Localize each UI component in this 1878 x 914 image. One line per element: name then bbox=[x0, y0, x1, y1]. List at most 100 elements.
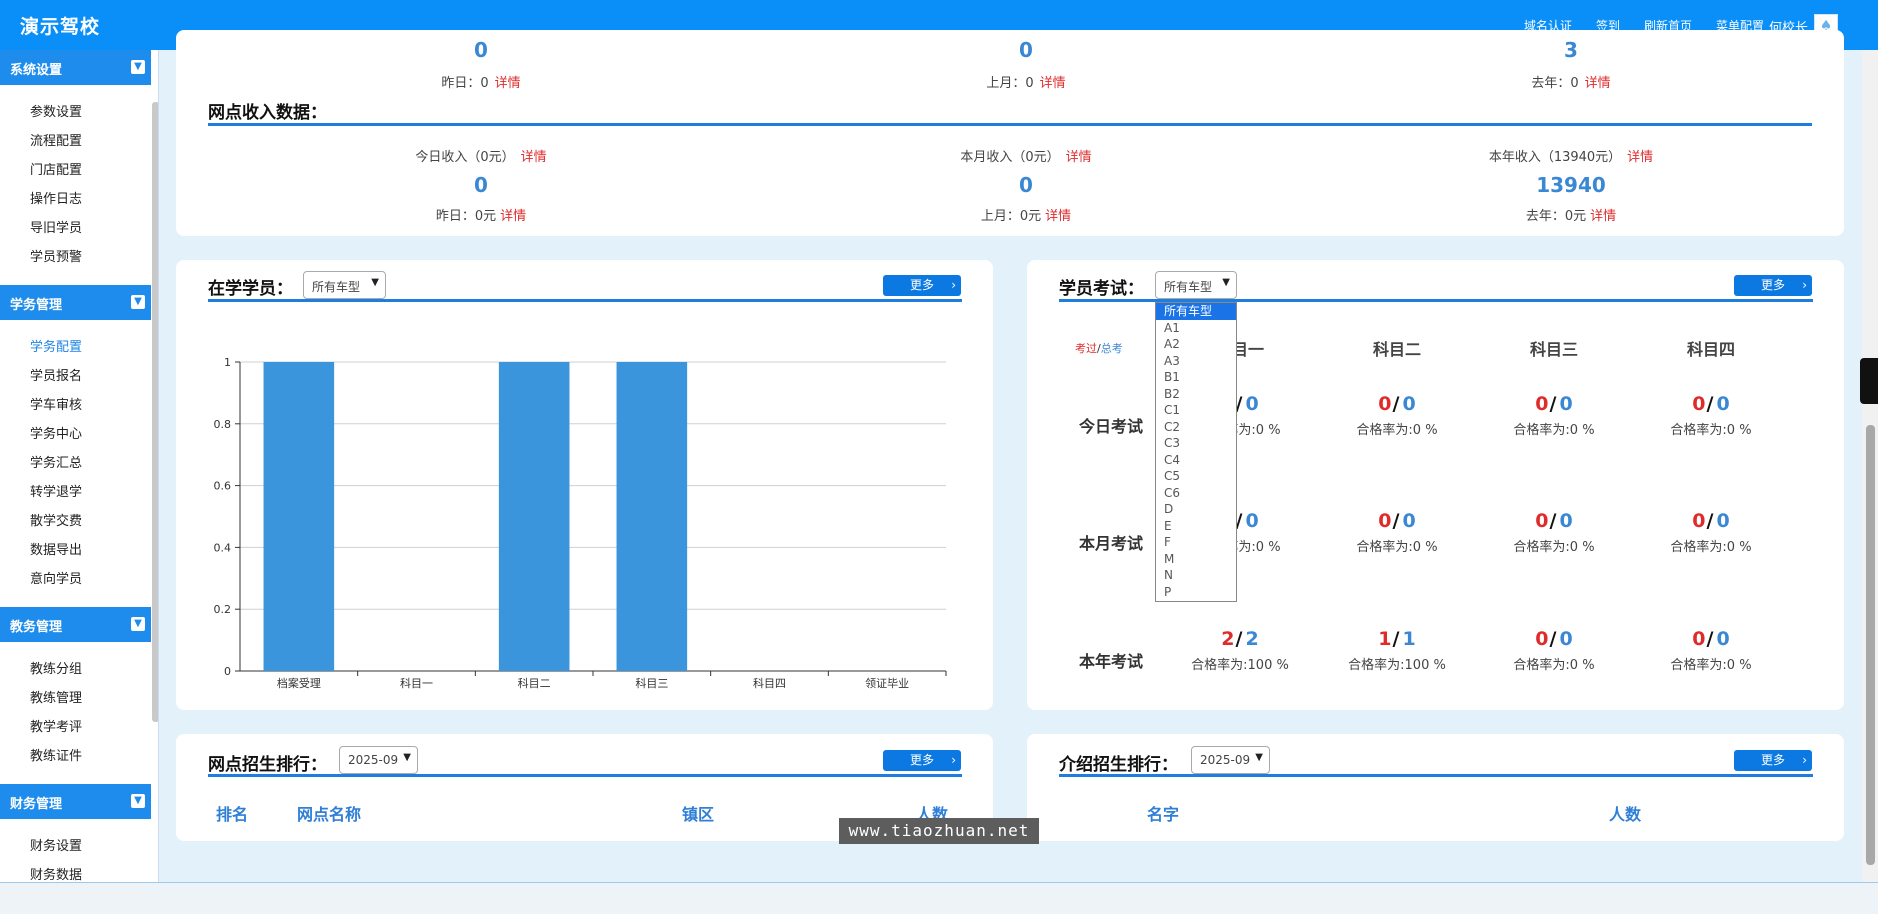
sidebar-item[interactable]: 学员预警 bbox=[0, 248, 158, 277]
dropdown-option[interactable]: A3 bbox=[1156, 353, 1236, 370]
exam-cell: 1/1 合格率为:100 % bbox=[1317, 628, 1477, 673]
exam-count-separator: / bbox=[1549, 628, 1557, 650]
sidebar-item[interactable]: 参数设置 bbox=[0, 103, 158, 132]
sidebar-item[interactable]: 流程配置 bbox=[0, 132, 158, 161]
dropdown-option[interactable]: 所有车型 bbox=[1156, 303, 1236, 320]
sidebar-group-1[interactable]: 学务管理 ▼ bbox=[0, 285, 151, 320]
dropdown-option[interactable]: F bbox=[1156, 534, 1236, 551]
bar-科目三[interactable] bbox=[616, 362, 688, 671]
branch-rank-title: 网点招生排行： bbox=[208, 755, 327, 775]
detail-link[interactable]: 详情 bbox=[521, 150, 547, 165]
branch-rank-more-button[interactable]: 更多 › bbox=[883, 750, 961, 771]
sidebar-item[interactable]: 教学考评 bbox=[0, 718, 158, 747]
exams-more-button[interactable]: 更多 › bbox=[1734, 275, 1812, 296]
dropdown-option[interactable]: E bbox=[1156, 518, 1236, 535]
sidebar-item[interactable]: 教练证件 bbox=[0, 747, 158, 776]
income-stat-sub: 去年：0元 详情 bbox=[1421, 205, 1721, 224]
referral-rank-title: 介绍招生排行： bbox=[1059, 755, 1178, 775]
exam-pass-rate: 合格率为:0 % bbox=[1670, 423, 1752, 438]
legend-pass: 考过 bbox=[1075, 342, 1097, 355]
detail-link[interactable]: 详情 bbox=[1045, 209, 1071, 224]
sidebar-group-2[interactable]: 教务管理 ▼ bbox=[0, 607, 151, 642]
sidebar-item[interactable]: 学务汇总 bbox=[0, 454, 158, 483]
sidebar-scrollbar[interactable] bbox=[152, 102, 158, 722]
exam-pass-count: 0 bbox=[1378, 393, 1392, 415]
exam-total-count: 0 bbox=[1245, 510, 1259, 532]
exam-pass-count: 0 bbox=[1535, 628, 1549, 650]
sidebar-group-3[interactable]: 财务管理 ▼ bbox=[0, 784, 151, 819]
sidebar-item[interactable]: 数据导出 bbox=[0, 541, 158, 570]
sidebar-item[interactable]: 教练分组 bbox=[0, 660, 158, 689]
exam-counts: 0/0 bbox=[1474, 628, 1634, 650]
exam-total-count: 0 bbox=[1559, 510, 1573, 532]
sidebar-item[interactable]: 学务中心 bbox=[0, 425, 158, 454]
exam-count-separator: / bbox=[1392, 510, 1400, 532]
branch-rank-month-select[interactable]: 2025-09 ▼ bbox=[339, 746, 418, 774]
dropdown-option[interactable]: N bbox=[1156, 567, 1236, 584]
dropdown-option[interactable]: B2 bbox=[1156, 386, 1236, 403]
income-stat-col: 本年收入（13940元） 详情 13940 去年：0元 详情 bbox=[1421, 146, 1721, 224]
main-scrollbar-thumb[interactable] bbox=[1866, 425, 1875, 865]
chevron-down-icon: ▼ bbox=[403, 752, 411, 763]
sidebar-item[interactable]: 学车审核 bbox=[0, 396, 158, 425]
exam-counts: 2/2 bbox=[1160, 628, 1320, 650]
referral-rank-more-button[interactable]: 更多 › bbox=[1734, 750, 1812, 771]
sidebar-item[interactable]: 意向学员 bbox=[0, 570, 158, 599]
dropdown-option[interactable]: C1 bbox=[1156, 402, 1236, 419]
income-label-text: 今日收入（0元） bbox=[415, 150, 515, 165]
dropdown-option[interactable]: P bbox=[1156, 584, 1236, 601]
x-tick-label: 科目四 bbox=[753, 676, 786, 690]
sidebar-item[interactable]: 财务设置 bbox=[0, 837, 158, 866]
y-tick-label: 1 bbox=[224, 356, 231, 369]
students-title: 在学学员： bbox=[208, 279, 293, 299]
dropdown-option[interactable]: C2 bbox=[1156, 419, 1236, 436]
detail-link[interactable]: 详情 bbox=[1590, 209, 1616, 224]
sidebar-item[interactable]: 学员报名 bbox=[0, 367, 158, 396]
exam-row-label: 本月考试 bbox=[1079, 534, 1144, 553]
exams-vehicle-select[interactable]: 所有车型 ▼ bbox=[1155, 271, 1237, 299]
sidebar-item[interactable]: 散学交费 bbox=[0, 512, 158, 541]
referral-rank-month-select[interactable]: 2025-09 ▼ bbox=[1191, 746, 1270, 774]
floating-side-tab[interactable] bbox=[1860, 358, 1878, 404]
dropdown-option[interactable]: C4 bbox=[1156, 452, 1236, 469]
bar-档案受理[interactable] bbox=[263, 362, 335, 671]
dropdown-option[interactable]: C6 bbox=[1156, 485, 1236, 502]
chevron-down-icon: ▼ bbox=[131, 295, 145, 309]
sidebar-item[interactable]: 财务数据 bbox=[0, 866, 158, 882]
exam-cell: 2/2 合格率为:100 % bbox=[1160, 628, 1320, 673]
dropdown-option[interactable]: A1 bbox=[1156, 320, 1236, 337]
detail-link[interactable]: 详情 bbox=[495, 76, 521, 91]
detail-link[interactable]: 详情 bbox=[1585, 76, 1611, 91]
sidebar-group-0[interactable]: 系统设置 ▼ bbox=[0, 50, 151, 85]
detail-link[interactable]: 详情 bbox=[500, 209, 526, 224]
exams-vehicle-dropdown-list[interactable]: 所有车型 A1 A2 A3 B1 B2 C1 C2 C3 C4 C5 C6 D E F M N P bbox=[1155, 302, 1237, 602]
exam-count-separator: / bbox=[1392, 628, 1400, 650]
sidebar-item[interactable]: 操作日志 bbox=[0, 190, 158, 219]
branch-col-name: 网点名称 bbox=[297, 805, 362, 824]
chevron-down-icon: ▼ bbox=[131, 794, 145, 808]
chevron-right-icon: › bbox=[951, 278, 956, 292]
detail-link[interactable]: 详情 bbox=[1627, 150, 1653, 165]
dropdown-option[interactable]: B1 bbox=[1156, 369, 1236, 386]
detail-link[interactable]: 详情 bbox=[1066, 150, 1092, 165]
sidebar-item[interactable]: 教练管理 bbox=[0, 689, 158, 718]
dropdown-option[interactable]: C5 bbox=[1156, 468, 1236, 485]
dropdown-option[interactable]: C3 bbox=[1156, 435, 1236, 452]
students-more-button[interactable]: 更多 › bbox=[883, 275, 961, 296]
sidebar-item[interactable]: 学务配置 bbox=[0, 338, 158, 367]
sidebar-item[interactable]: 导旧学员 bbox=[0, 219, 158, 248]
exam-pass-rate: 合格率为:0 % bbox=[1513, 423, 1595, 438]
exam-pass-count: 0 bbox=[1535, 510, 1549, 532]
bar-科目二[interactable] bbox=[498, 362, 570, 671]
sidebar-item[interactable]: 门店配置 bbox=[0, 161, 158, 190]
sidebar-group-title: 学务管理 bbox=[10, 298, 63, 313]
dropdown-option[interactable]: A2 bbox=[1156, 336, 1236, 353]
income-rule bbox=[208, 123, 1812, 126]
dropdown-option[interactable]: D bbox=[1156, 501, 1236, 518]
exam-count-separator: / bbox=[1549, 510, 1557, 532]
prev-stat-value: 0 bbox=[1019, 38, 1033, 62]
sidebar-item[interactable]: 转学退学 bbox=[0, 483, 158, 512]
detail-link[interactable]: 详情 bbox=[1040, 76, 1066, 91]
dropdown-option[interactable]: M bbox=[1156, 551, 1236, 568]
students-vehicle-select[interactable]: 所有车型 ▼ bbox=[303, 271, 386, 299]
